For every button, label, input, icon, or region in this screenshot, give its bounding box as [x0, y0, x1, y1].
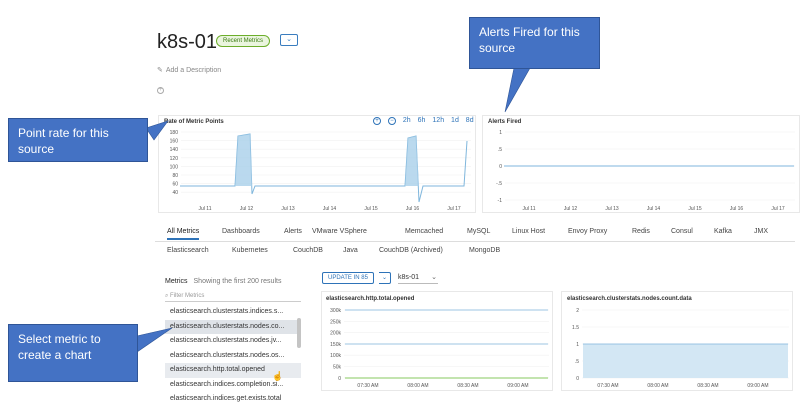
select-metric-callout: Select metric to create a chart — [8, 324, 138, 382]
select-metric-arrow — [136, 327, 173, 353]
alerts-callout: Alerts Fired for this source — [469, 17, 600, 69]
point-rate-callout: Point rate for this source — [8, 118, 148, 162]
point-rate-arrow — [145, 120, 169, 141]
alerts-arrow — [504, 67, 531, 113]
